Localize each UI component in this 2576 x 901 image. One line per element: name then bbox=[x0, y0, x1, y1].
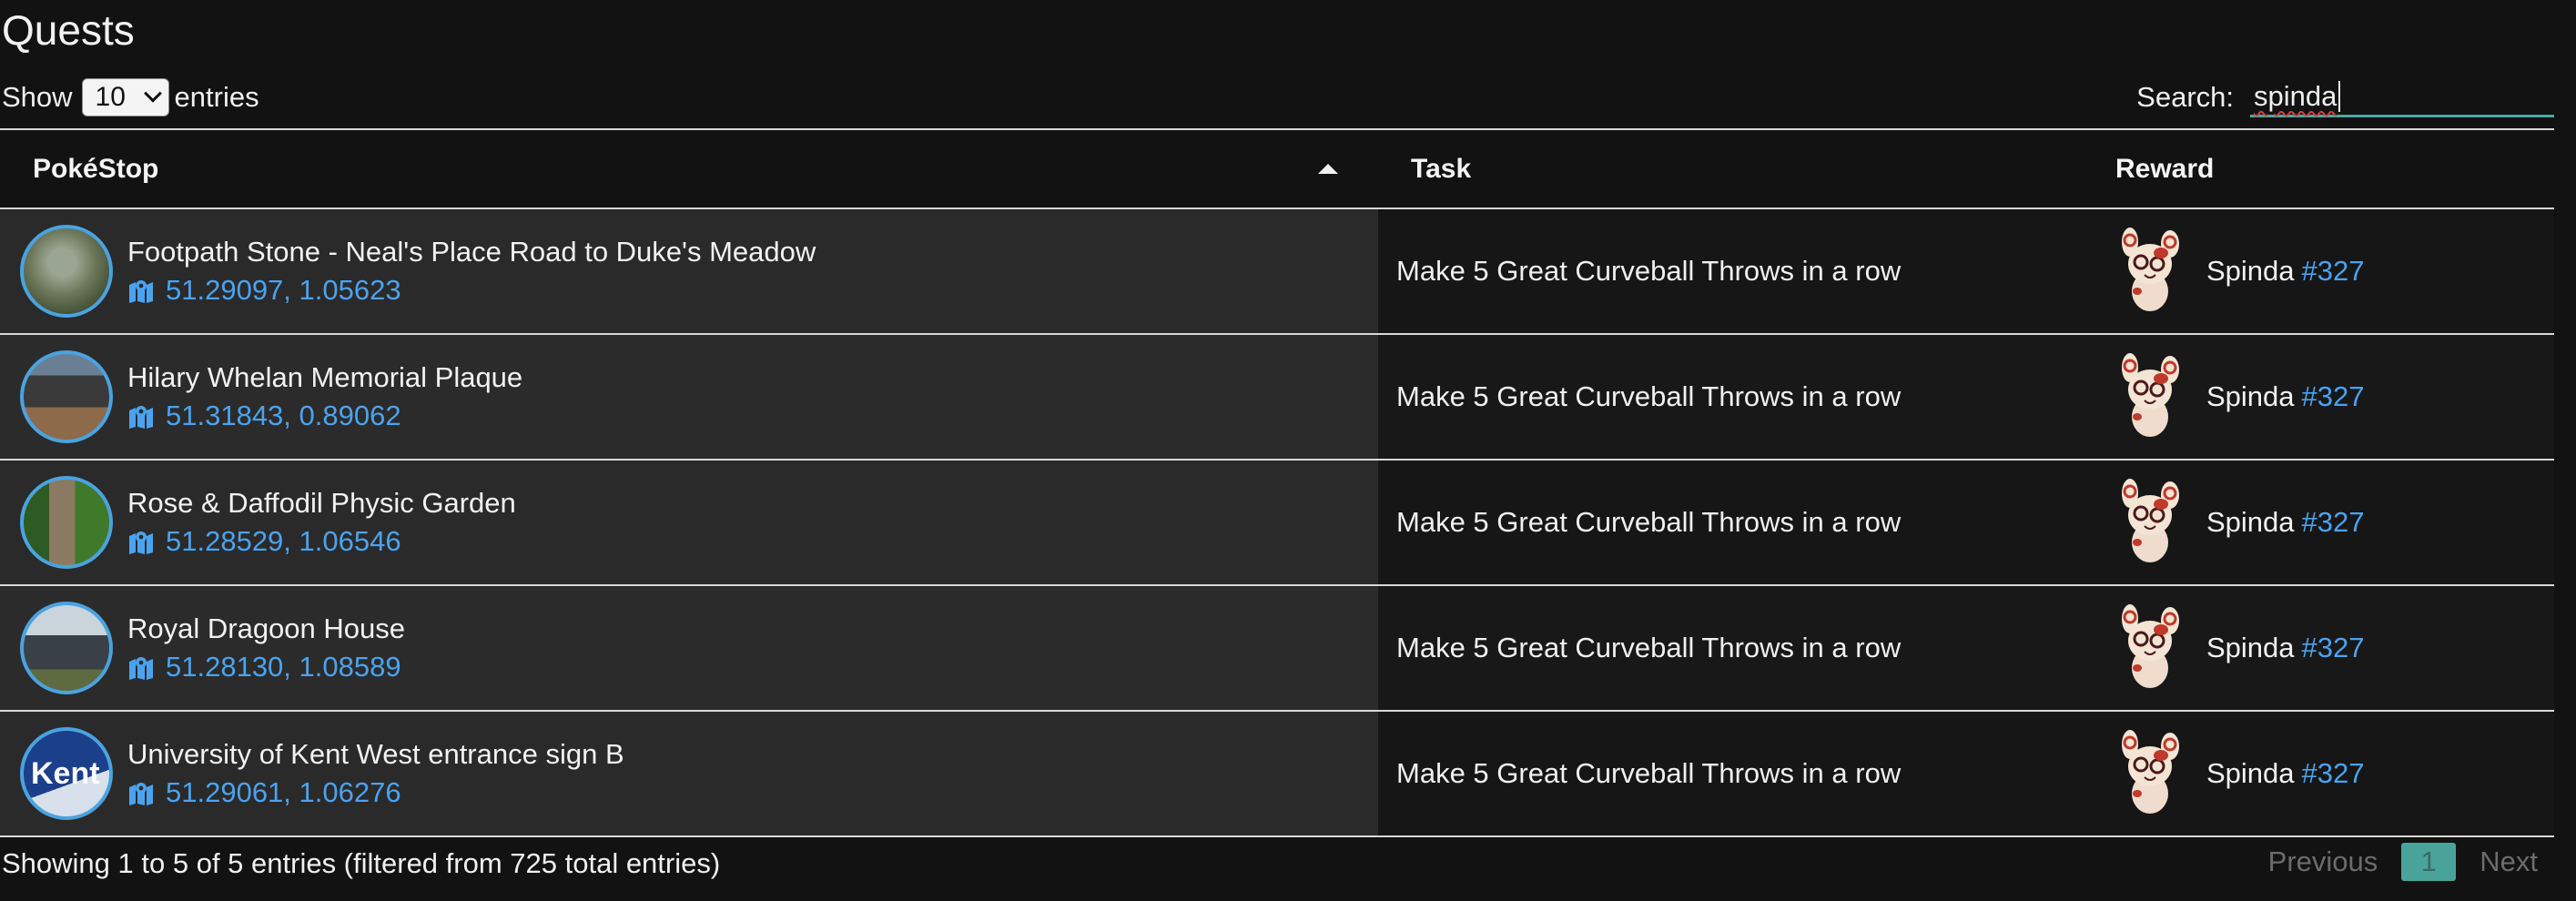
spinda-icon bbox=[2122, 730, 2179, 814]
spinda-icon bbox=[2122, 228, 2179, 311]
previous-page-button[interactable]: Previous bbox=[2252, 845, 2395, 878]
coords-text: 51.28130, 1.08589 bbox=[166, 651, 401, 683]
page-1-button[interactable]: 1 bbox=[2401, 843, 2457, 881]
task-text: Make 5 Great Curveball Throws in a row bbox=[1396, 506, 1902, 538]
map-marker-icon bbox=[129, 657, 153, 680]
column-header-label: PokéStop bbox=[33, 153, 159, 184]
length-selected-value: 10 bbox=[95, 82, 126, 112]
page-title: Quests bbox=[2, 6, 135, 54]
task-cell: Make 5 Great Curveball Throws in a row bbox=[1378, 208, 2083, 335]
reward-cell: Spinda #327 bbox=[2083, 711, 2554, 837]
reward-number-link[interactable]: #327 bbox=[2302, 255, 2365, 288]
reward-cell: Spinda #327 bbox=[2083, 334, 2554, 461]
pokestop-coords-link[interactable]: 51.28130, 1.08589 bbox=[127, 648, 405, 686]
reward-name: Spinda bbox=[2206, 632, 2295, 663]
map-marker-icon bbox=[129, 280, 153, 303]
search-value: spinda bbox=[2254, 79, 2338, 112]
reward-number-link[interactable]: #327 bbox=[2302, 757, 2365, 790]
quests-page: Quests Show 10 entries Search: spinda Po… bbox=[0, 0, 2576, 901]
coords-text: 51.28529, 1.06546 bbox=[166, 525, 401, 557]
entries-length-control: Show 10 entries bbox=[2, 76, 259, 118]
thumbnail-sign-text: Kent bbox=[31, 756, 100, 791]
task-text: Make 5 Great Curveball Throws in a row bbox=[1396, 757, 1902, 789]
column-header-label: Task bbox=[1411, 153, 1472, 184]
pokestop-coords-link[interactable]: 51.29061, 1.06276 bbox=[127, 774, 624, 812]
pokestop-cell: Royal Dragoon House 51.28130, 1.08589 bbox=[0, 585, 1378, 712]
sort-ascending-icon bbox=[1318, 164, 1338, 174]
coords-text: 51.29061, 1.06276 bbox=[166, 776, 401, 808]
table-info-text: Showing 1 to 5 of 5 entries (filtered fr… bbox=[2, 847, 721, 879]
pokestop-name: Footpath Stone - Neal's Place Road to Du… bbox=[127, 236, 816, 268]
reward-number-link[interactable]: #327 bbox=[2302, 632, 2365, 664]
pokestop-thumbnail[interactable]: Kent bbox=[20, 727, 113, 820]
table-row: Rose & Daffodil Physic Garden 51.28529, … bbox=[0, 460, 2554, 586]
task-cell: Make 5 Great Curveball Throws in a row bbox=[1378, 585, 2083, 712]
table-row: Kent University of Kent West entrance si… bbox=[0, 711, 2554, 837]
map-marker-icon bbox=[129, 783, 153, 805]
pokestop-thumbnail[interactable] bbox=[20, 350, 113, 443]
table-header-row: PokéStop Task Reward bbox=[0, 128, 2554, 209]
reward-name: Spinda bbox=[2206, 757, 2295, 789]
pokestop-name: University of Kent West entrance sign B bbox=[127, 738, 624, 770]
search-label: Search: bbox=[2136, 81, 2234, 113]
coords-text: 51.29097, 1.05623 bbox=[166, 274, 401, 306]
pokestop-name: Royal Dragoon House bbox=[127, 612, 406, 644]
spinda-icon bbox=[2122, 604, 2179, 688]
task-cell: Make 5 Great Curveball Throws in a row bbox=[1378, 334, 2083, 461]
reward-name: Spinda bbox=[2206, 380, 2295, 412]
pokestop-coords-link[interactable]: 51.29097, 1.05623 bbox=[127, 271, 816, 309]
pokestop-coords-link[interactable]: 51.28529, 1.06546 bbox=[127, 522, 516, 561]
quests-table: PokéStop Task Reward Footpath Stone - Ne… bbox=[0, 128, 2554, 837]
pokestop-coords-link[interactable]: 51.31843, 0.89062 bbox=[127, 397, 522, 435]
length-label-before: Show bbox=[2, 81, 73, 113]
pokestop-cell: Rose & Daffodil Physic Garden 51.28529, … bbox=[0, 460, 1378, 586]
length-label-after: entries bbox=[174, 81, 259, 113]
reward-cell: Spinda #327 bbox=[2083, 460, 2554, 586]
task-cell: Make 5 Great Curveball Throws in a row bbox=[1378, 711, 2083, 837]
spinda-icon bbox=[2122, 353, 2179, 437]
chevron-down-icon bbox=[143, 84, 162, 103]
column-header-task[interactable]: Task bbox=[1378, 128, 2083, 209]
map-marker-icon bbox=[129, 531, 153, 554]
table-row: Footpath Stone - Neal's Place Road to Du… bbox=[0, 208, 2554, 335]
table-row: Hilary Whelan Memorial Plaque 51.31843, … bbox=[0, 334, 2554, 461]
reward-number-link[interactable]: #327 bbox=[2302, 380, 2365, 413]
pokestop-cell: Footpath Stone - Neal's Place Road to Du… bbox=[0, 208, 1378, 335]
pokestop-thumbnail[interactable] bbox=[20, 476, 113, 569]
task-text: Make 5 Great Curveball Throws in a row bbox=[1396, 380, 1902, 412]
reward-name: Spinda bbox=[2206, 506, 2295, 538]
pokestop-name: Rose & Daffodil Physic Garden bbox=[127, 487, 516, 519]
table-row: Royal Dragoon House 51.28130, 1.08589 Ma… bbox=[0, 585, 2554, 712]
map-marker-icon bbox=[129, 406, 153, 429]
task-text: Make 5 Great Curveball Throws in a row bbox=[1396, 255, 1902, 287]
reward-cell: Spinda #327 bbox=[2083, 208, 2554, 335]
search-input[interactable]: spinda bbox=[2250, 77, 2554, 117]
task-text: Make 5 Great Curveball Throws in a row bbox=[1396, 632, 1902, 663]
pokestop-cell: Kent University of Kent West entrance si… bbox=[0, 711, 1378, 837]
column-header-label: Reward bbox=[2115, 153, 2215, 184]
pokestop-name: Hilary Whelan Memorial Plaque bbox=[127, 361, 523, 393]
pokestop-thumbnail[interactable] bbox=[20, 602, 113, 694]
pokestop-thumbnail[interactable] bbox=[20, 225, 113, 318]
entries-length-select[interactable]: 10 bbox=[81, 78, 169, 116]
column-header-reward[interactable]: Reward bbox=[2083, 128, 2554, 209]
spinda-icon bbox=[2122, 479, 2179, 562]
next-page-button[interactable]: Next bbox=[2463, 845, 2554, 878]
reward-number-link[interactable]: #327 bbox=[2302, 506, 2365, 539]
reward-cell: Spinda #327 bbox=[2083, 585, 2554, 712]
pokestop-cell: Hilary Whelan Memorial Plaque 51.31843, … bbox=[0, 334, 1378, 461]
text-caret bbox=[2338, 80, 2341, 112]
column-header-pokestop[interactable]: PokéStop bbox=[0, 128, 1378, 209]
search-control: Search: spinda bbox=[2136, 76, 2554, 118]
pagination: Previous 1 Next bbox=[2252, 843, 2554, 881]
task-cell: Make 5 Great Curveball Throws in a row bbox=[1378, 460, 2083, 586]
reward-name: Spinda bbox=[2206, 255, 2295, 287]
coords-text: 51.31843, 0.89062 bbox=[166, 400, 401, 431]
